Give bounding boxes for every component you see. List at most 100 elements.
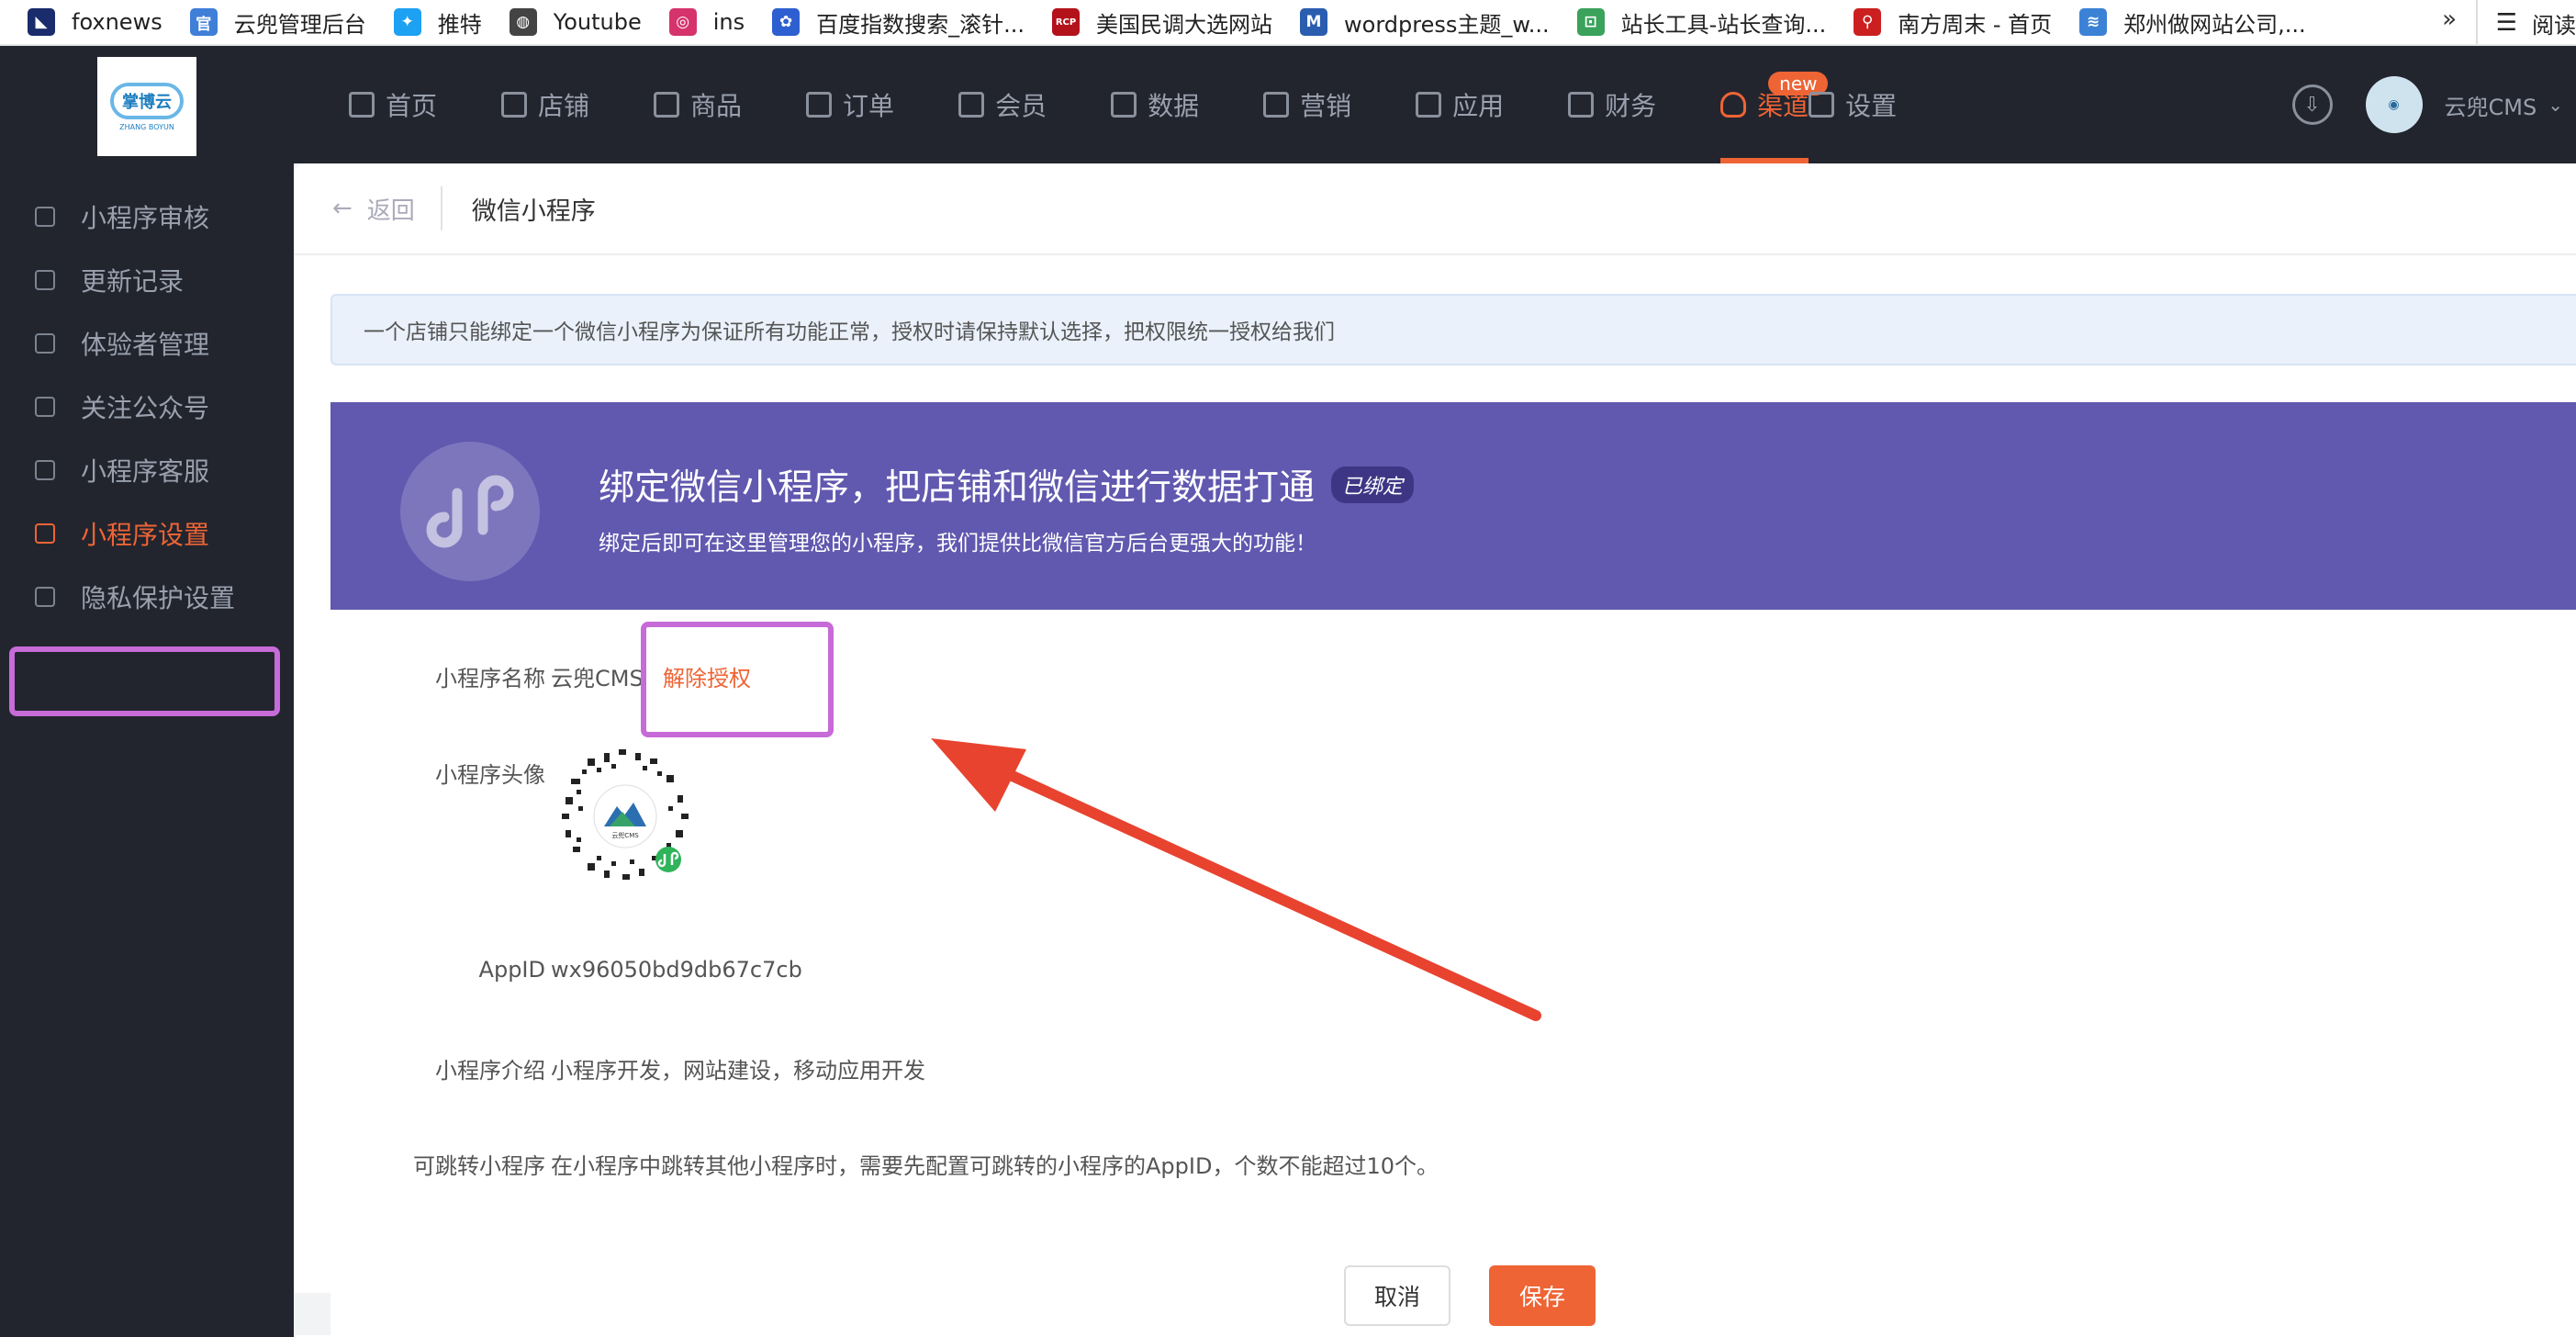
- avatar[interactable]: ◉: [2365, 76, 2423, 133]
- bookmarks-more-button[interactable]: »: [2442, 6, 2457, 33]
- nav-label: 营销: [1300, 91, 1352, 121]
- back-button[interactable]: ← 返回: [332, 186, 442, 230]
- nav-label: 订单: [843, 91, 895, 121]
- bookmark-label: foxnews: [72, 9, 162, 35]
- logo[interactable]: 掌博云 ZHANG BOYUN: [97, 57, 196, 156]
- user-icon: [35, 333, 55, 354]
- bookmark-label: 百度指数搜索_滚针...: [816, 11, 1025, 38]
- bookmark-item[interactable]: ✿ 百度指数搜索_滚针...: [772, 6, 1025, 39]
- avatar-label: 小程序头像: [435, 762, 545, 788]
- nav-label: 财务: [1605, 91, 1657, 121]
- bookmark-item[interactable]: ✦ 推特: [393, 6, 482, 39]
- sidebar-item-label: 更新记录: [81, 266, 185, 297]
- nav-item-6[interactable]: 营销: [1263, 46, 1351, 163]
- bookmark-item[interactable]: ◣ foxnews: [28, 8, 162, 36]
- bookmark-item[interactable]: ⊡ 站长工具-站长查询...: [1576, 6, 1827, 39]
- sidebar-item-1[interactable]: 更新记录: [9, 245, 280, 315]
- bookmark-item[interactable]: ≋ 郑州做网站公司,...: [2079, 6, 2306, 39]
- home-icon: [349, 92, 375, 118]
- logo-cloud-icon: 掌博云: [110, 82, 184, 119]
- jump-value: 在小程序中跳转其他小程序时，需要先配置可跳转的小程序的AppID，个数不能超过1…: [551, 1153, 1439, 1179]
- bookmark-item[interactable]: Mwordpress主题_w...: [1300, 6, 1550, 39]
- sidebar-item-3[interactable]: 关注公众号: [9, 372, 280, 442]
- bind-banner: 绑定微信小程序，把店铺和微信进行数据打通 已绑定 绑定后即可在这里管理您的小程序…: [330, 402, 2576, 610]
- record-icon: [35, 270, 55, 290]
- save-button[interactable]: 保存: [1489, 1265, 1596, 1326]
- cancel-button[interactable]: 取消: [1344, 1265, 1450, 1326]
- link-icon: [35, 207, 55, 227]
- sidebar-item-6[interactable]: 隐私保护设置: [9, 562, 280, 632]
- wechat-icon: [35, 397, 55, 417]
- bookmark-label: 美国民调大选网站: [1096, 11, 1272, 38]
- nav-item-9[interactable]: 渠道 new: [1720, 46, 1829, 163]
- download-icon[interactable]: ⇩: [2291, 84, 2333, 125]
- bookmark-item[interactable]: ⚲ 南方周末 - 首页: [1854, 6, 2052, 39]
- top-nav: 掌博云 ZHANG BOYUN 首页 店铺 商品 订单 会员 数据 营销 应用 财务 渠道 new 设…: [0, 46, 2576, 163]
- sidebar-item-label: 小程序客服: [81, 456, 210, 487]
- bookmark-label: 推特: [437, 11, 482, 38]
- stack-icon: ≋: [2079, 8, 2108, 36]
- bookmark-label: 站长工具-站长查询...: [1620, 11, 1827, 38]
- nav-item-2[interactable]: 商品: [654, 46, 742, 163]
- nav-label: 数据: [1148, 91, 1200, 121]
- qr-caption: 云兜CMS: [611, 831, 639, 839]
- reading-list-icon: ☰: [2495, 9, 2517, 37]
- status-badge: 已绑定: [1331, 466, 1415, 503]
- reading-list-button[interactable]: ☰ 阅读: [2475, 0, 2576, 44]
- nav-item-8[interactable]: 财务: [1568, 46, 1656, 163]
- sidebar-item-5[interactable]: 小程序设置: [9, 499, 280, 568]
- sidebar-item-label: 体验者管理: [81, 330, 210, 360]
- nav-label: 应用: [1452, 91, 1505, 121]
- jump-label: 可跳转小程序: [413, 1153, 545, 1179]
- sidebar-item-2[interactable]: 体验者管理: [9, 309, 280, 378]
- main-nav: 首页 店铺 商品 订单 会员 数据 营销 应用 财务 渠道 new 设置: [349, 46, 1961, 163]
- nav-label: 首页: [386, 91, 438, 121]
- foxnews-icon: ◣: [28, 8, 55, 36]
- content-area: ← 返回 微信小程序 一个店铺只能绑定一个微信小程序为保证所有功能正常，授权时请…: [294, 163, 2576, 1337]
- name-label: 小程序名称: [435, 666, 545, 691]
- annotation-highlight-sidebar: [9, 646, 280, 716]
- bookmark-label: ins: [712, 9, 745, 35]
- sidebar-item-label: 小程序审核: [81, 203, 210, 233]
- name-value: 云兜CMS: [551, 666, 644, 691]
- nav-label: 商品: [690, 91, 743, 121]
- appid-value: wx96050bd9db67c7cb: [551, 957, 802, 983]
- gear-icon: [1809, 92, 1835, 118]
- reading-list-label: 阅读: [2532, 12, 2576, 39]
- nav-label: 会员: [995, 91, 1047, 121]
- bookmark-item[interactable]: RCP 美国民调大选网站: [1052, 6, 1272, 39]
- nav-item-4[interactable]: 会员: [958, 46, 1047, 163]
- globe-icon: ◍: [509, 8, 537, 36]
- intro-value: 小程序开发，网站建设，移动应用开发: [551, 1058, 925, 1084]
- chevron-down-icon[interactable]: ⌄: [2548, 94, 2563, 116]
- sidebar-item-0[interactable]: 小程序审核: [9, 182, 280, 252]
- nav-item-1[interactable]: 店铺: [501, 46, 589, 163]
- privacy-icon: [35, 587, 55, 607]
- sidebar-item-label: 隐私保护设置: [81, 583, 236, 613]
- miniprogram-icon: [400, 442, 540, 581]
- bookmark-label: 南方周末 - 首页: [1898, 11, 2053, 38]
- goods-icon: [654, 92, 680, 118]
- settings-doc-icon: [35, 523, 55, 544]
- back-label: 返回: [366, 197, 415, 225]
- nav-item-5[interactable]: 数据: [1111, 46, 1199, 163]
- nav-item-0[interactable]: 首页: [349, 46, 437, 163]
- pin-icon: ⚲: [1854, 8, 1882, 36]
- banner-subtitle: 绑定后即可在这里管理您的小程序，我们提供比微信官方后台更强大的功能！: [599, 532, 1316, 556]
- main-panel: 一个店铺只能绑定一个微信小程序为保证所有功能正常，授权时请保持默认选择，把权限统…: [294, 255, 2576, 1337]
- nav-item-10[interactable]: 设置: [1809, 46, 1897, 163]
- bookmark-item[interactable]: ◍ Youtube: [509, 8, 642, 36]
- finance-icon: [1568, 92, 1595, 118]
- nav-item-3[interactable]: 订单: [806, 46, 894, 163]
- user-name[interactable]: 云兜CMS: [2445, 89, 2537, 121]
- nav-item-7[interactable]: 应用: [1416, 46, 1504, 163]
- bookmark-item[interactable]: 官云兜管理后台: [189, 6, 366, 39]
- bookmark-label: 云兜管理后台: [233, 11, 366, 38]
- sidebar-item-label: 小程序设置: [81, 520, 210, 550]
- sidebar-item-4[interactable]: 小程序客服: [9, 435, 280, 505]
- logo-subtext: ZHANG BOYUN: [119, 122, 174, 131]
- channel-icon: [1720, 92, 1747, 118]
- sidebar-item-label: 关注公众号: [81, 393, 210, 423]
- bookmark-item[interactable]: ◎ ins: [668, 8, 745, 36]
- banner-title-text: 绑定微信小程序，把店铺和微信进行数据打通: [599, 467, 1316, 509]
